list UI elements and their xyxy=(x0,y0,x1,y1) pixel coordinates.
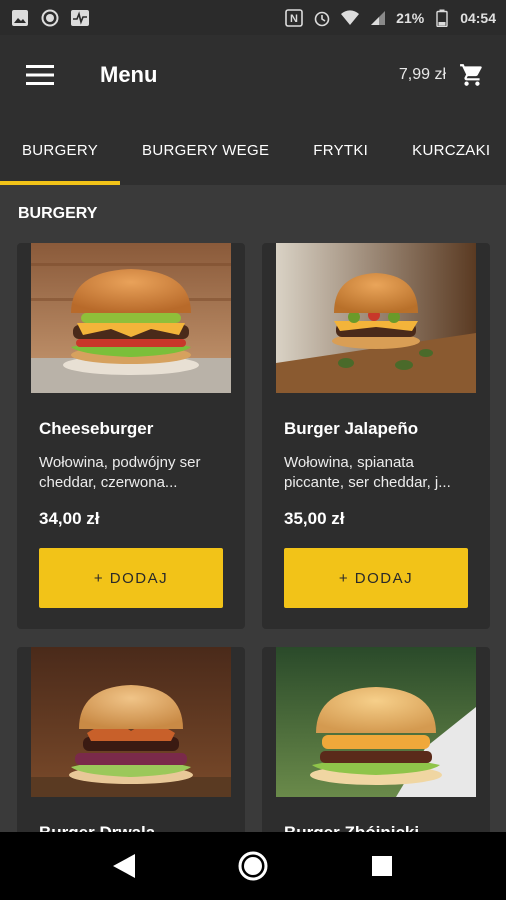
product-card-jalapeno[interactable]: Burger Jalapeño Wołowina, spianata picca… xyxy=(262,243,490,629)
status-bar: N 21% 04:54 xyxy=(0,0,506,35)
app-bar: Menu 7,99 zł xyxy=(0,35,506,115)
image-icon xyxy=(10,8,30,28)
product-price: 35,00 zł xyxy=(284,509,345,528)
clock: 04:54 xyxy=(460,9,496,26)
product-image xyxy=(31,243,231,393)
category-tabs: BURGERY BURGERY WEGE FRYTKI KURCZAKI xyxy=(0,115,506,185)
shopping-cart-icon[interactable] xyxy=(458,61,486,89)
section-title: BURGERY xyxy=(18,205,98,222)
home-icon[interactable] xyxy=(233,846,273,886)
back-icon[interactable] xyxy=(104,846,144,886)
svg-text:N: N xyxy=(290,13,298,25)
product-description: Wołowina, podwójny ser cheddar, czerwona… xyxy=(39,454,201,491)
page-title: Menu xyxy=(100,62,158,87)
tab-burgery[interactable]: BURGERY xyxy=(0,115,121,185)
product-card-zbojnicki[interactable]: Burger Zbójnicki xyxy=(262,647,490,847)
cart-button[interactable]: 7,99 zł xyxy=(399,61,486,89)
hamburger-menu-icon[interactable] xyxy=(20,55,60,95)
activity-icon xyxy=(70,8,90,28)
circle-icon xyxy=(40,8,60,28)
product-image xyxy=(31,647,231,797)
product-price: 34,00 zł xyxy=(39,509,100,528)
recent-apps-icon[interactable] xyxy=(362,846,402,886)
status-right-icons: N 21% 04:54 xyxy=(284,8,496,28)
tab-frytki[interactable]: FRYTKI xyxy=(291,115,390,185)
status-left-icons xyxy=(10,8,90,28)
cart-amount: 7,99 zł xyxy=(398,66,446,83)
nfc-icon: N xyxy=(284,8,304,28)
product-name: Cheeseburger xyxy=(39,419,154,438)
product-image xyxy=(276,647,476,797)
battery-percent: 21% xyxy=(396,9,425,26)
product-name: Burger Jalapeño xyxy=(284,419,419,438)
system-navigation-bar xyxy=(0,832,506,900)
tab-kurczaki[interactable]: KURCZAKI xyxy=(390,115,506,185)
add-to-cart-button[interactable]: + DODAJ xyxy=(284,548,468,608)
tab-burgery-wege[interactable]: BURGERY WEGE xyxy=(120,115,291,185)
wifi-icon xyxy=(340,8,360,28)
battery-icon xyxy=(432,8,452,28)
product-description: Wołowina, spianata piccante, ser cheddar… xyxy=(284,454,451,491)
product-card-drwala[interactable]: Burger Drwala xyxy=(17,647,245,847)
alarm-icon xyxy=(312,8,332,28)
signal-icon xyxy=(368,8,388,28)
product-image xyxy=(276,243,476,393)
add-to-cart-button[interactable]: + DODAJ xyxy=(39,548,223,608)
product-card-cheeseburger[interactable]: Cheeseburger Wołowina, podwójny ser ched… xyxy=(17,243,245,629)
